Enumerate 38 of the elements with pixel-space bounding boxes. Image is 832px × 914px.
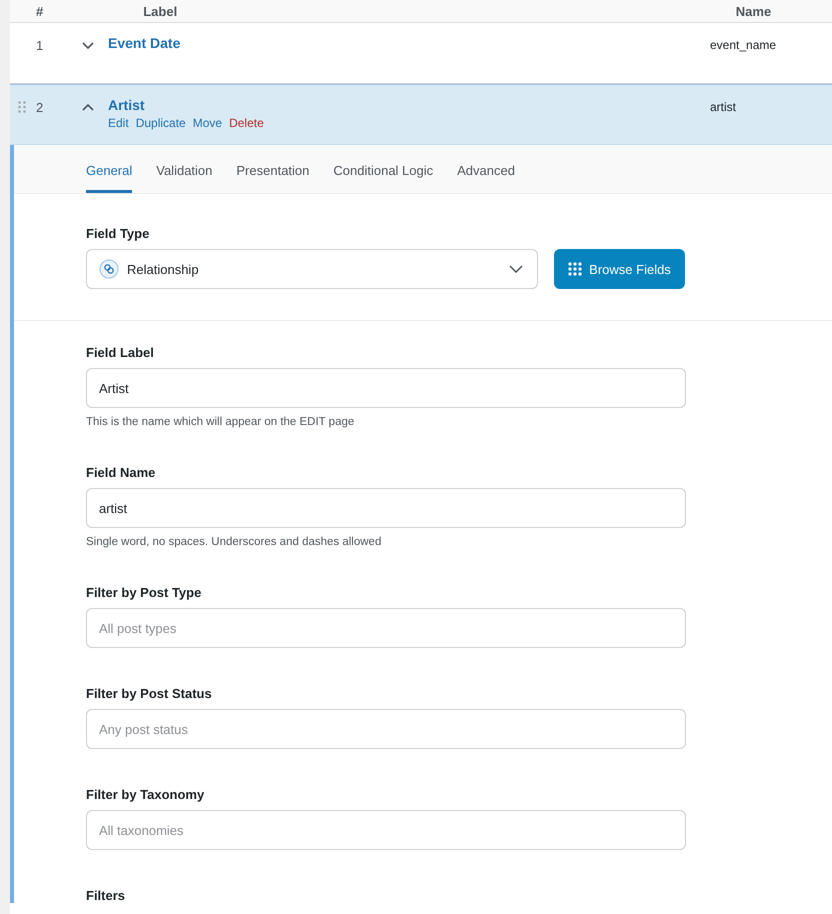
text-input-field[interactable]: artist (86, 488, 686, 528)
row-number: 2 (36, 100, 44, 116)
action-link[interactable]: Duplicate (136, 116, 186, 130)
column-header: Name (736, 4, 772, 21)
drag-handle-icon[interactable] (18, 101, 26, 113)
field-label: Filter by Taxonomy (86, 787, 206, 802)
field-label: Filters (86, 888, 126, 903)
field-label-link[interactable]: Event Date (108, 35, 180, 51)
field-label: Field Type (86, 226, 150, 241)
field-hint: This is the name which will appear on the EDIT page (86, 416, 356, 428)
field-name-text: event_name (710, 38, 776, 54)
column-header: Label (143, 4, 178, 21)
link-icon (99, 259, 119, 279)
grid-icon (568, 262, 582, 276)
text-input-field[interactable]: All taxonomies (86, 810, 686, 850)
field-label: Field Name (86, 465, 156, 480)
browse-fields-button[interactable]: Browse Fields (554, 249, 685, 289)
field-label: Field Label (86, 345, 155, 360)
column-header: # (36, 4, 44, 21)
text-input-field[interactable]: Any post status (86, 709, 686, 749)
field-label: Filter by Post Status (86, 686, 213, 701)
field-hint: Single word, no spaces. Underscores and dashes allowed (86, 536, 382, 548)
text-input-field[interactable]: Artist (86, 368, 686, 408)
action-link[interactable]: Edit (108, 116, 129, 130)
settings-tab[interactable]: Validation (156, 145, 212, 193)
field-label: Filter by Post Type (86, 585, 202, 600)
settings-tab[interactable]: Advanced (457, 145, 515, 193)
settings-tab[interactable]: Conditional Logic (333, 145, 434, 193)
text-input-field[interactable]: All post types (86, 608, 686, 648)
field-name-text: artist (710, 100, 736, 116)
chevron-down-icon (509, 265, 523, 273)
field-label-link[interactable]: Artist (108, 97, 145, 113)
settings-tab[interactable]: General (86, 145, 132, 193)
action-link[interactable]: Move (192, 116, 222, 130)
delete-link[interactable]: Delete (229, 116, 264, 130)
settings-tab[interactable]: Presentation (236, 145, 310, 193)
row-number: 1 (36, 38, 44, 54)
field-type-select[interactable]: Relationship (86, 249, 538, 289)
